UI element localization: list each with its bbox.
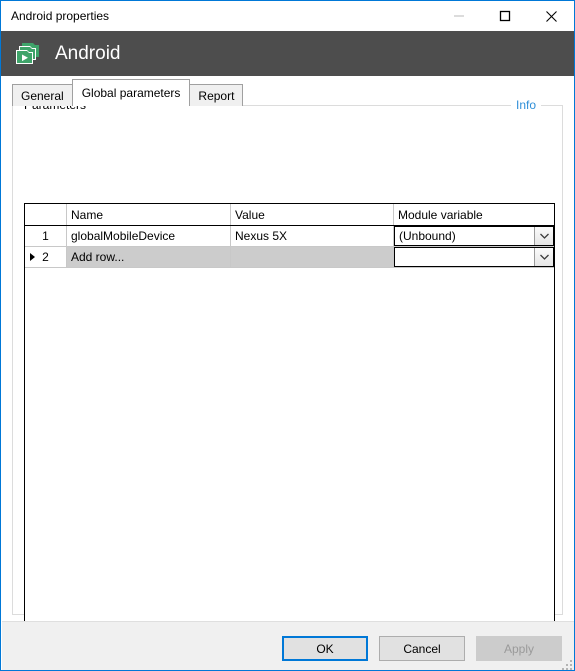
dialog-footer: OK Cancel Apply	[2, 621, 574, 670]
current-row-marker-icon	[30, 253, 35, 261]
module-variable-combobox-1-button[interactable]	[534, 227, 553, 245]
chevron-down-icon	[539, 233, 549, 239]
tab-global-parameters[interactable]: Global parameters	[71, 79, 191, 106]
tab-strip: General Global parameters Report	[12, 79, 244, 106]
cell-module-variable-2[interactable]	[394, 247, 554, 267]
cell-name-1[interactable]: globalMobileDevice	[67, 226, 231, 246]
grid-header-module-variable[interactable]: Module variable	[394, 204, 554, 225]
tab-general-label: General	[21, 88, 64, 103]
tab-global-parameters-label: Global parameters	[81, 86, 181, 100]
dialog-buttons: OK Cancel Apply	[282, 636, 562, 661]
close-button[interactable]	[528, 1, 574, 31]
info-link[interactable]: Info	[510, 98, 541, 112]
cancel-button[interactable]: Cancel	[379, 636, 465, 661]
grid-header-rownum	[25, 204, 67, 225]
tab-general[interactable]: General	[12, 84, 73, 106]
dialog-content: General Global parameters Report Paramet…	[2, 76, 573, 664]
cell-add-row[interactable]: Add row...	[67, 247, 231, 267]
cell-module-variable-1[interactable]: (Unbound)	[394, 226, 554, 246]
header-title: Android	[55, 42, 121, 64]
close-icon	[545, 10, 557, 22]
dialog-window: Android properties Android General Globa…	[0, 0, 575, 671]
row-number-1: 1	[42, 229, 49, 243]
grid-header-name[interactable]: Name	[67, 204, 231, 225]
maximize-button[interactable]	[482, 1, 528, 31]
ok-button[interactable]: OK	[282, 636, 368, 661]
module-variable-combobox-2-button[interactable]	[534, 248, 553, 266]
tab-report-label: Report	[198, 88, 235, 103]
tab-report[interactable]: Report	[189, 84, 244, 106]
resize-grip[interactable]	[559, 657, 572, 670]
module-variable-combobox-2-value	[395, 248, 534, 266]
chevron-down-icon	[539, 254, 549, 260]
parameters-grid[interactable]: Name Value Module variable 1 globalMobil…	[24, 203, 555, 664]
minimize-icon	[454, 15, 464, 17]
header-band: Android	[1, 31, 574, 76]
window-title: Android properties	[11, 9, 110, 23]
maximize-icon	[499, 10, 511, 22]
row-number-2: 2	[42, 250, 49, 264]
row-header-2[interactable]: 2	[25, 247, 67, 267]
module-variable-combobox-1-value: (Unbound)	[395, 227, 534, 245]
module-variable-combobox-2[interactable]	[394, 247, 554, 267]
grid-header-value[interactable]: Value	[231, 204, 394, 225]
cell-value-1[interactable]: Nexus 5X	[231, 226, 394, 246]
table-row[interactable]: 1 globalMobileDevice Nexus 5X (Unbound)	[25, 226, 554, 247]
cell-value-2[interactable]	[231, 247, 394, 267]
green-folder-stack-play-icon	[16, 42, 39, 64]
title-bar: Android properties	[1, 1, 574, 31]
row-header-1[interactable]: 1	[25, 226, 67, 246]
apply-button: Apply	[476, 636, 562, 661]
grid-header-row: Name Value Module variable	[25, 204, 554, 226]
module-variable-combobox-1[interactable]: (Unbound)	[394, 226, 554, 246]
minimize-button[interactable]	[436, 1, 482, 31]
window-controls	[436, 1, 574, 31]
table-row[interactable]: 2 Add row...	[25, 247, 554, 268]
